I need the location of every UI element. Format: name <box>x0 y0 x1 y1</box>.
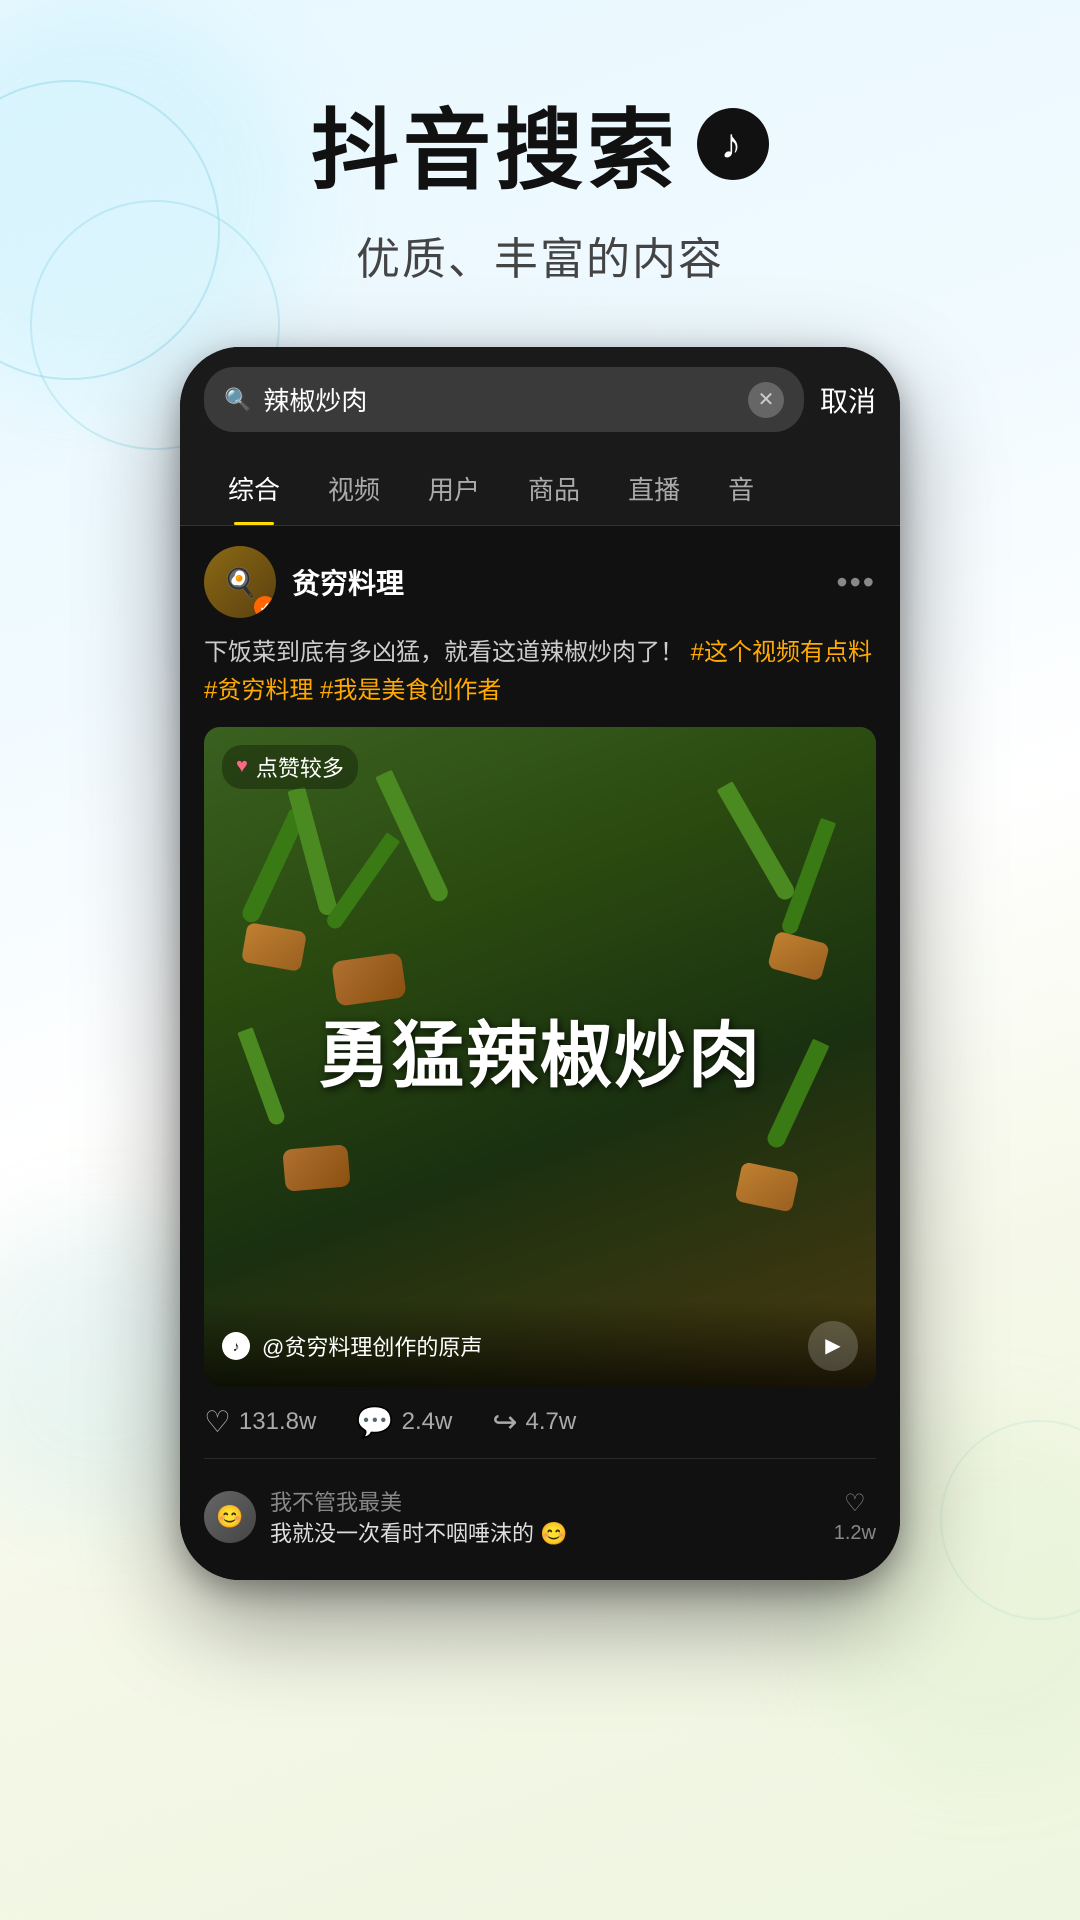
search-query-text: 辣椒炒肉 <box>263 381 736 418</box>
tab-user-label: 用户 <box>428 475 480 505</box>
tiktok-small-icon: ♪ <box>222 1332 250 1360</box>
video-bottom-bar: ♪ @贫穷料理创作的原声 ▶ <box>204 1301 876 1387</box>
tab-audio-label: 音 <box>728 475 754 505</box>
tab-video-label: 视频 <box>328 475 380 505</box>
content-area: 🍳 ✓ 贫穷料理 ••• 下饭菜到底有多凶猛，就看这道辣椒炒肉了！ #这个视频有… <box>180 526 900 1580</box>
pepper-3 <box>324 832 400 931</box>
share-count: 4.7w <box>526 1408 577 1436</box>
video-label-text: 点赞较多 <box>256 751 344 783</box>
header-section: 抖音搜索 ♪ 优质、丰富的内容 <box>0 0 1080 327</box>
post-user-row: 🍳 ✓ 贫穷料理 ••• <box>204 546 876 618</box>
tiktok-note-small: ♪ <box>233 1338 240 1354</box>
like-count: 131.8w <box>239 1408 316 1436</box>
clear-icon: ✕ <box>758 387 775 412</box>
pepper-2 <box>287 787 338 917</box>
play-button[interactable]: ▶ <box>808 1321 858 1371</box>
hashtag-3[interactable]: #我是美食创作者 <box>320 677 501 704</box>
phone-mockup: 🔍 辣椒炒肉 ✕ 取消 综合 视频 用户 <box>180 347 900 1580</box>
audio-source-text: @贫穷料理创作的原声 <box>262 1330 796 1362</box>
pepper-6 <box>717 781 798 903</box>
commenter-avatar[interactable]: 😊 <box>204 1491 256 1543</box>
user-avatar[interactable]: 🍳 ✓ <box>204 546 276 618</box>
tab-live-label: 直播 <box>628 475 680 505</box>
hashtag-2[interactable]: #贫穷料理 <box>204 677 313 704</box>
comments-section: 😊 我不管我最美 我就没一次看时不咽唾沫的 😊 ♡ 1.2w <box>204 1458 876 1560</box>
video-container[interactable]: ♥ 点赞较多 勇猛辣椒炒肉 ♪ @贫穷料理创作的原声 <box>204 727 876 1387</box>
more-options-icon[interactable]: ••• <box>836 564 876 601</box>
meat-3 <box>767 930 830 981</box>
tiktok-logo-icon: ♪ <box>697 108 769 180</box>
hashtag-1[interactable]: #这个视频有点料 <box>691 639 872 666</box>
username-text[interactable]: 贫穷料理 <box>292 562 404 602</box>
tiktok-note-icon: ♪ <box>721 120 746 168</box>
tab-product[interactable]: 商品 <box>504 452 604 525</box>
comment-icon: 💬 <box>356 1405 393 1440</box>
comment-like-section[interactable]: ♡ 1.2w <box>834 1489 876 1545</box>
comment-text-1: 我就没一次看时不咽唾沫的 😊 <box>270 1517 820 1550</box>
meat-4 <box>282 1144 350 1192</box>
share-icon: ↪ <box>492 1405 517 1440</box>
search-cancel-button[interactable]: 取消 <box>820 380 876 420</box>
tab-video[interactable]: 视频 <box>304 452 404 525</box>
search-input-wrapper[interactable]: 🔍 辣椒炒肉 ✕ <box>204 367 804 432</box>
comment-count: 2.4w <box>402 1408 453 1436</box>
post-main-text: 下饭菜到底有多凶猛，就看这道辣椒炒肉了！ <box>204 639 684 666</box>
search-clear-button[interactable]: ✕ <box>748 382 784 418</box>
post-text: 下饭菜到底有多凶猛，就看这道辣椒炒肉了！ #这个视频有点料 #贫穷料理 #我是美… <box>204 634 876 711</box>
meat-2 <box>331 952 407 1006</box>
phone-wrapper: 🔍 辣椒炒肉 ✕ 取消 综合 视频 用户 <box>0 347 1080 1580</box>
tab-comprehensive-label: 综合 <box>228 475 280 505</box>
verified-badge: ✓ <box>254 596 276 618</box>
tab-user[interactable]: 用户 <box>404 452 504 525</box>
tab-audio[interactable]: 音 <box>704 452 778 525</box>
share-button[interactable]: ↪ 4.7w <box>492 1405 576 1440</box>
video-popular-label: ♥ 点赞较多 <box>222 745 358 789</box>
app-subtitle: 优质、丰富的内容 <box>0 223 1080 287</box>
commenter-name: 我不管我最美 <box>270 1485 820 1517</box>
like-button[interactable]: ♡ 131.8w <box>204 1405 316 1440</box>
like-icon: ♡ <box>204 1405 231 1440</box>
interaction-bar: ♡ 131.8w 💬 2.4w ↪ 4.7w <box>204 1387 876 1458</box>
tab-live[interactable]: 直播 <box>604 452 704 525</box>
comment-row-1: 😊 我不管我最美 我就没一次看时不咽唾沫的 😊 ♡ 1.2w <box>204 1475 876 1560</box>
user-info: 🍳 ✓ 贫穷料理 <box>204 546 404 618</box>
meat-1 <box>241 922 307 972</box>
comment-content: 我不管我最美 我就没一次看时不咽唾沫的 😊 <box>270 1485 820 1550</box>
video-title-overlay: 勇猛辣椒炒肉 <box>238 1017 843 1096</box>
app-title-container: 抖音搜索 ♪ <box>0 80 1080 207</box>
search-icon: 🔍 <box>224 387 251 413</box>
heart-label-icon: ♥ <box>236 755 248 778</box>
comment-button[interactable]: 💬 2.4w <box>356 1405 452 1440</box>
comment-heart-icon: ♡ <box>844 1489 866 1518</box>
play-icon: ▶ <box>825 1333 840 1358</box>
tab-comprehensive[interactable]: 综合 <box>204 452 304 525</box>
tab-product-label: 商品 <box>528 475 580 505</box>
pepper-5 <box>780 818 836 936</box>
search-bar-container: 🔍 辣椒炒肉 ✕ 取消 <box>180 347 900 452</box>
tabs-container: 综合 视频 用户 商品 直播 音 <box>180 452 900 526</box>
video-title-text: 勇猛辣椒炒肉 <box>318 1016 762 1096</box>
phone-screen: 🔍 辣椒炒肉 ✕ 取消 综合 视频 用户 <box>180 347 900 1580</box>
meat-5 <box>734 1161 799 1212</box>
app-title-text: 抖音搜索 <box>311 80 679 207</box>
comment-like-count: 1.2w <box>834 1522 876 1545</box>
video-background: ♥ 点赞较多 勇猛辣椒炒肉 ♪ @贫穷料理创作的原声 <box>204 727 876 1387</box>
